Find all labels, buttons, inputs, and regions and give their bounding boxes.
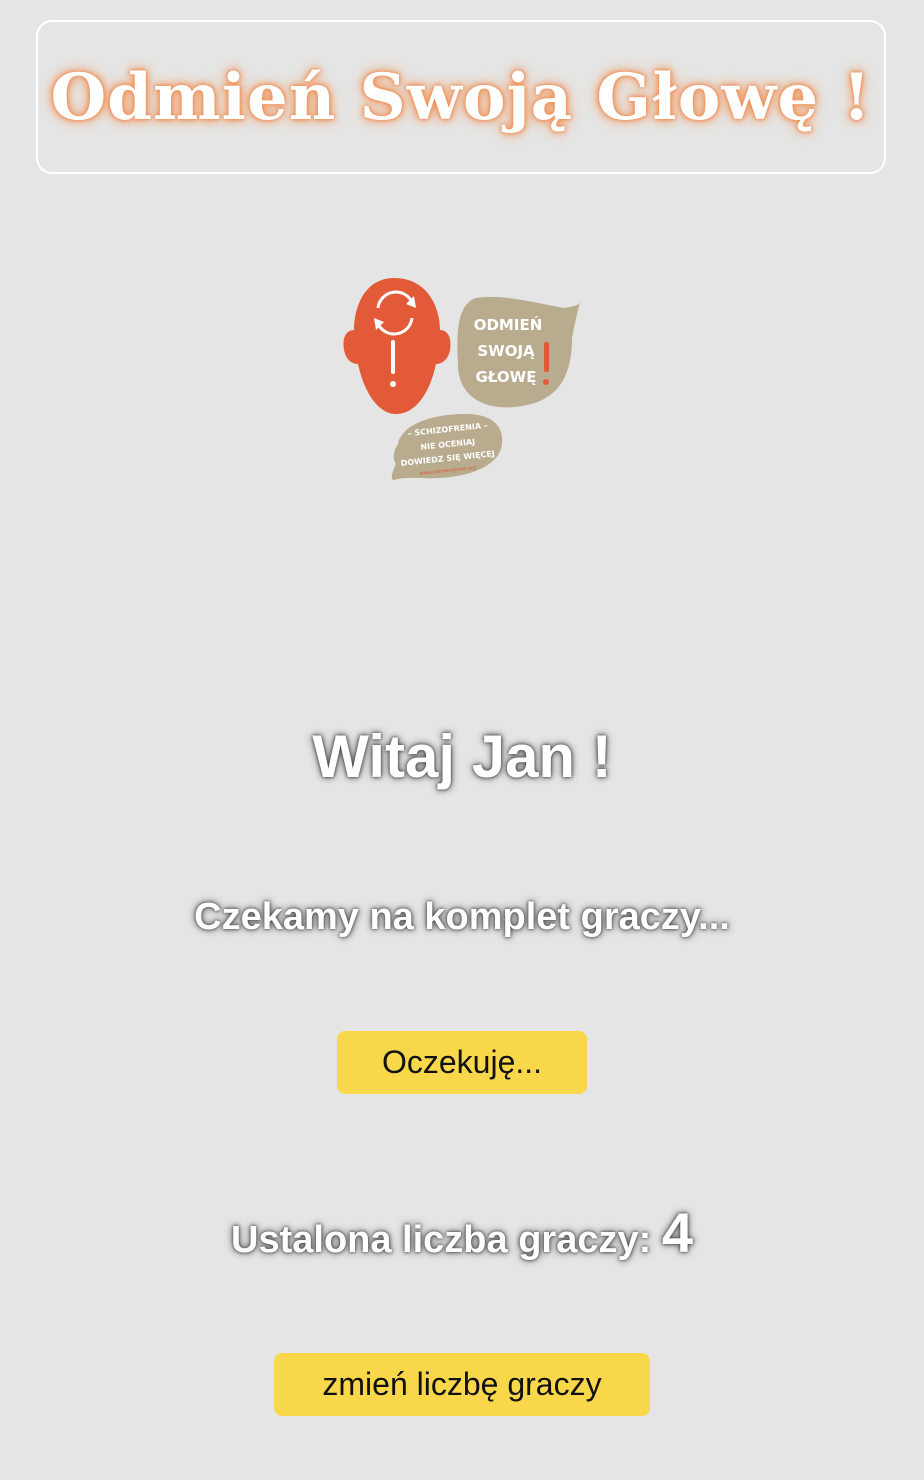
- players-count-label: Ustalona liczba graczy:: [231, 1219, 652, 1261]
- speech-bubble-icon: ODMIEŃ SWOJĄ GŁOWĘ: [457, 296, 581, 408]
- bubble-line-2: SWOJĄ: [477, 342, 535, 360]
- page: Odmień Swoją Głowę ! ODMIEŃ SWOJĄ GŁOWĘ: [0, 0, 924, 1480]
- bubble-line-1: ODMIEŃ: [474, 315, 543, 334]
- change-player-count-button[interactable]: zmień liczbę graczy: [274, 1353, 650, 1416]
- waiting-message: Czekamy na komplet graczy...: [194, 896, 730, 938]
- title-box: Odmień Swoją Głowę !: [36, 20, 886, 174]
- waiting-button[interactable]: Oczekuję...: [337, 1031, 587, 1094]
- page-title: Odmień Swoją Głowę !: [50, 59, 872, 135]
- campaign-logo: ODMIEŃ SWOJĄ GŁOWĘ – SCHIZOFRENIA – NIE …: [343, 278, 581, 480]
- bubble-line-3: GŁOWĘ: [476, 368, 537, 386]
- players-count-value: 4: [661, 1201, 693, 1264]
- greeting-heading: Witaj Jan !: [312, 723, 612, 790]
- small-speech-bubble-icon: – SCHIZOFRENIA – NIE OCENIAJ DOWIEDZ SIĘ…: [391, 414, 503, 480]
- players-count-row: Ustalona liczba graczy: 4: [0, 1200, 924, 1265]
- head-icon: [343, 278, 451, 414]
